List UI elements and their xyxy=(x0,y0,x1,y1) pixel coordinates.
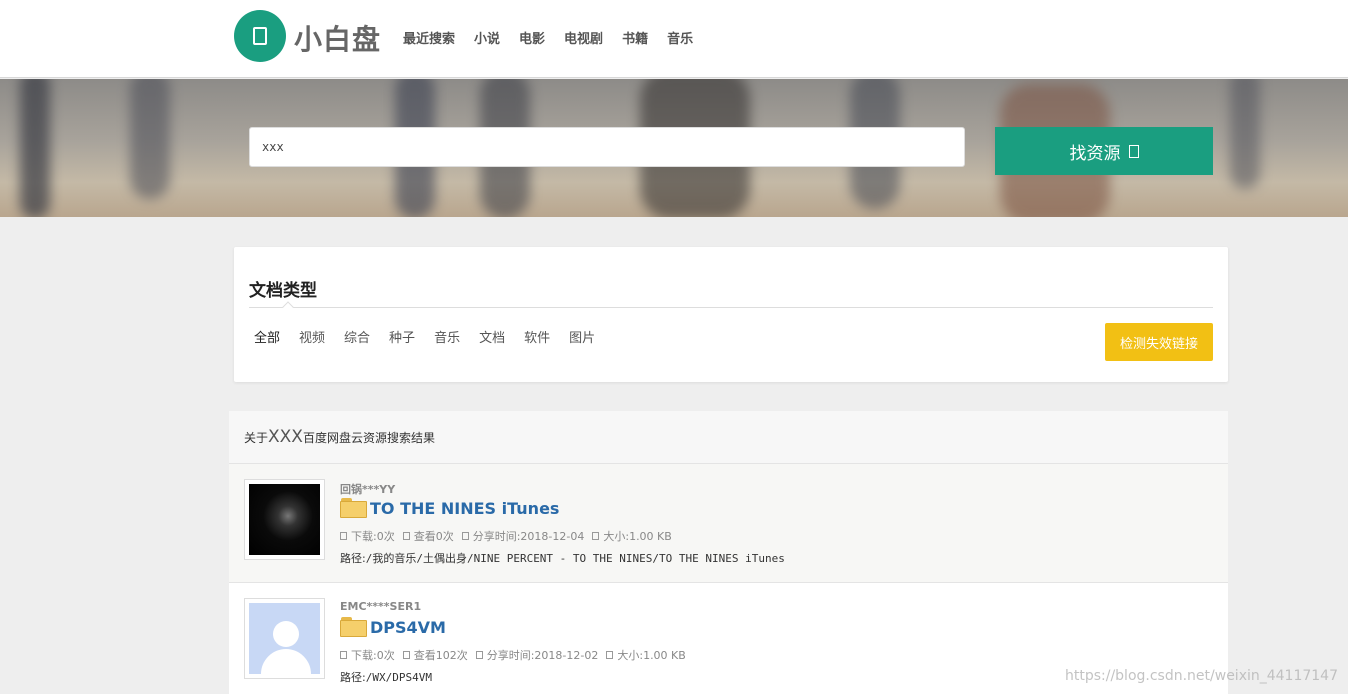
download-icon xyxy=(340,532,347,540)
result-title-row: TO THE NINES iTunes xyxy=(340,498,559,518)
filter-tabs: 全部 视频 综合 种子 音乐 文档 软件 图片 xyxy=(254,327,614,346)
result-user: EMC****SER1 xyxy=(340,600,422,613)
download-count: 下载:0次 xyxy=(351,530,395,543)
file-size: 大小:1.00 KB xyxy=(603,530,672,543)
result-title-row: DPS4VM xyxy=(340,617,446,637)
check-invalid-links-button[interactable]: 检测失效链接 xyxy=(1105,323,1213,361)
download-count: 下载:0次 xyxy=(351,649,395,662)
results-keyword: XXX xyxy=(268,427,303,447)
tab-document[interactable]: 文档 xyxy=(479,327,505,346)
logo-icon[interactable] xyxy=(234,10,286,62)
size-icon xyxy=(592,532,600,540)
search-icon xyxy=(1128,144,1139,158)
result-thumbnail[interactable] xyxy=(244,598,325,679)
clock-icon xyxy=(475,651,483,659)
view-icon xyxy=(402,651,410,659)
results-prefix: 关于 xyxy=(244,431,269,445)
result-item: 回锅***YY TO THE NINES iTunes 下载:0次 查看0次 分… xyxy=(229,464,1228,583)
nav-music[interactable]: 音乐 xyxy=(667,28,693,47)
filter-title: 文档类型 xyxy=(249,281,317,301)
result-meta: 下载:0次 查看0次 分享时间:2018-12-04 大小:1.00 KB xyxy=(340,528,672,544)
path-value: /我的音乐/土偶出身/NINE PERCENT - TO THE NINES/T… xyxy=(365,552,785,565)
result-path: 路径:/我的音乐/土偶出身/NINE PERCENT - TO THE NINE… xyxy=(340,550,785,566)
nav-tv[interactable]: 电视剧 xyxy=(564,28,603,47)
nav-books[interactable]: 书籍 xyxy=(622,28,648,47)
hand-image xyxy=(249,484,320,555)
result-thumbnail[interactable] xyxy=(244,479,325,560)
tab-software[interactable]: 软件 xyxy=(524,327,550,346)
result-path: 路径:/WX/DPS4VM xyxy=(340,669,432,685)
tab-image[interactable]: 图片 xyxy=(569,327,595,346)
size-icon xyxy=(606,651,614,659)
path-value: /WX/DPS4VM xyxy=(365,671,432,684)
result-meta: 下载:0次 查看102次 分享时间:2018-12-02 大小:1.00 KB xyxy=(340,647,686,663)
folder-icon xyxy=(340,617,367,637)
view-count: 查看0次 xyxy=(413,530,454,543)
file-size: 大小:1.00 KB xyxy=(617,649,686,662)
path-label: 路径: xyxy=(340,552,366,565)
tab-music[interactable]: 音乐 xyxy=(434,327,460,346)
results-suffix: 百度网盘云资源搜索结果 xyxy=(302,431,435,445)
path-label: 路径: xyxy=(340,671,366,684)
main-nav: 最近搜索 小说 电影 电视剧 书籍 音乐 xyxy=(403,28,712,47)
result-title-link[interactable]: TO THE NINES iTunes xyxy=(370,499,559,518)
download-icon xyxy=(340,651,347,659)
tab-all[interactable]: 全部 xyxy=(254,327,280,346)
divider-notch xyxy=(282,301,294,313)
results-header: 关于XXX百度网盘云资源搜索结果 xyxy=(229,411,1228,464)
share-time: 分享时间:2018-12-04 xyxy=(472,530,585,543)
watermark: https://blog.csdn.net/weixin_44117147 xyxy=(1064,668,1338,684)
default-avatar-image xyxy=(249,603,320,674)
clock-icon xyxy=(461,532,469,540)
view-count: 查看102次 xyxy=(413,649,468,662)
nav-movie[interactable]: 电影 xyxy=(519,28,545,47)
search-button-label: 找资源 xyxy=(1069,143,1121,164)
results-panel: 关于XXX百度网盘云资源搜索结果 回锅***YY TO THE NINES iT… xyxy=(229,411,1228,694)
search-input[interactable]: xxx xyxy=(249,127,965,167)
share-time: 分享时间:2018-12-02 xyxy=(486,649,599,662)
divider xyxy=(249,307,1213,308)
top-header: 小白盘 最近搜索 小说 电影 电视剧 书籍 音乐 xyxy=(0,0,1348,78)
doc-type-filter: 文档类型 全部 视频 综合 种子 音乐 文档 软件 图片 检测失效链接 xyxy=(234,247,1228,382)
hero-banner: xxx 找资源 xyxy=(0,79,1348,217)
results-summary: 关于XXX百度网盘云资源搜索结果 xyxy=(244,427,435,447)
nav-recent-search[interactable]: 最近搜索 xyxy=(403,28,455,47)
logo-text[interactable]: 小白盘 xyxy=(294,18,381,58)
view-icon xyxy=(402,532,410,540)
result-user: 回锅***YY xyxy=(340,483,396,496)
folder-icon xyxy=(340,498,367,518)
nav-novel[interactable]: 小说 xyxy=(474,28,500,47)
tab-general[interactable]: 综合 xyxy=(344,327,370,346)
search-button[interactable]: 找资源 xyxy=(995,127,1213,175)
tab-video[interactable]: 视频 xyxy=(299,327,325,346)
tab-torrent[interactable]: 种子 xyxy=(389,327,415,346)
result-title-link[interactable]: DPS4VM xyxy=(370,618,446,637)
